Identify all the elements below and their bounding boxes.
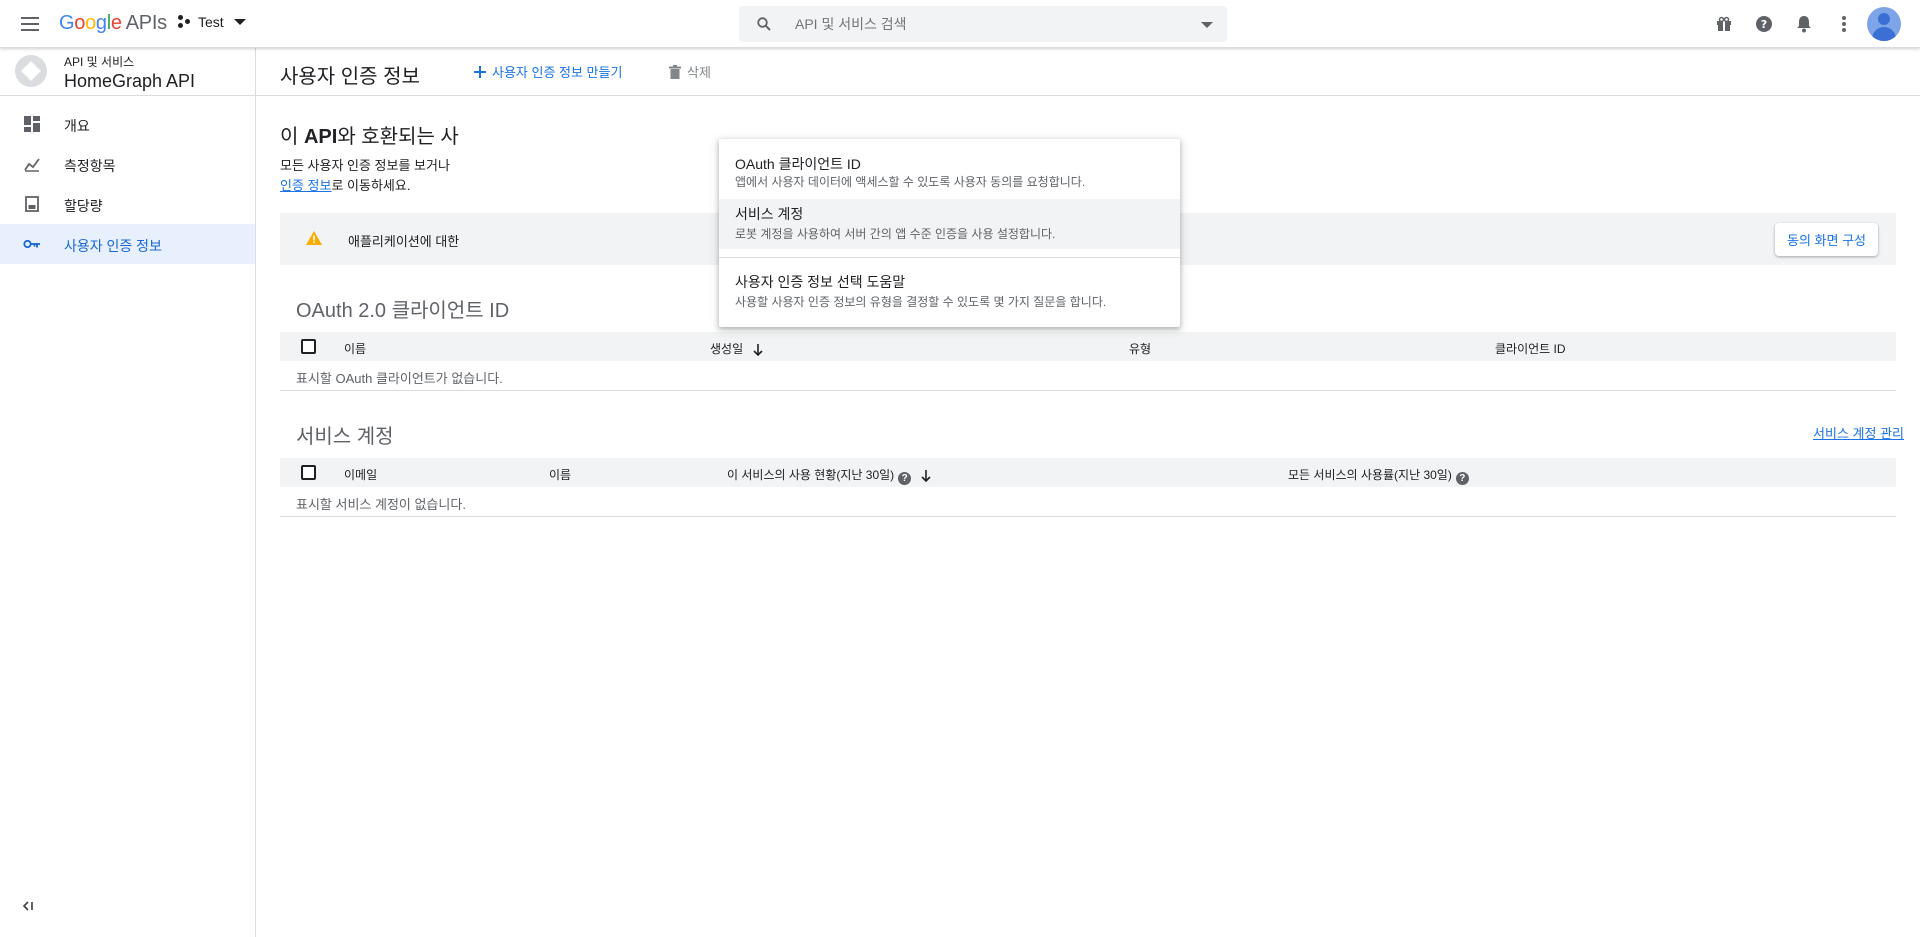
- heading-rest: 와 호환되는 사: [337, 126, 459, 148]
- service-accounts-table: 이메일 이름 이 서비스의 사용 현황(지난 30일)? 모든 서비스의 사용률…: [280, 458, 1896, 517]
- oauth-section-title: OAuth 2.0 클라이언트 ID: [296, 300, 510, 322]
- action-bar: 사용자 인증 정보 사용자 인증 정보 만들기 삭제: [256, 48, 1920, 96]
- menu-item-service-account[interactable]: 서비스 계정 로봇 계정을 사용하여 서버 간의 앱 수준 인증을 사용 설정합…: [719, 199, 1180, 249]
- sidebar-item-metrics[interactable]: 측정항목: [0, 144, 255, 184]
- banner-text: 애플리케이션에 대한: [348, 234, 460, 249]
- menu-item-title: 서비스 계정: [735, 206, 804, 222]
- configure-consent-screen-button[interactable]: 동의 화면 구성: [1775, 223, 1878, 256]
- trash-icon: [669, 64, 681, 79]
- project-selector[interactable]: Test: [178, 14, 246, 30]
- more-vert-icon[interactable]: [1832, 12, 1856, 36]
- api-services-label: API 및 서비스: [64, 55, 135, 69]
- svg-text:?: ?: [1761, 18, 1767, 31]
- menu-item-description: 사용할 사용자 인증 정보의 유형을 결정할 수 있도록 몇 가지 질문을 합니…: [735, 295, 1107, 309]
- metrics-icon: [22, 154, 42, 174]
- sidebar-item-label: 개요: [64, 118, 90, 134]
- delete-label: 삭제: [687, 65, 711, 80]
- empty-service-text: 표시할 서비스 계정이 없습니다.: [296, 497, 466, 512]
- column-header-email[interactable]: 이메일: [344, 466, 377, 483]
- notifications-bell-icon[interactable]: [1792, 12, 1816, 36]
- search-bar[interactable]: [739, 6, 1227, 42]
- manage-service-accounts-link[interactable]: 서비스 계정 관리: [1813, 423, 1904, 442]
- help-icon[interactable]: ?: [1752, 12, 1776, 36]
- column-header-client-id[interactable]: 클라이언트 ID: [1495, 340, 1566, 357]
- api-logo-icon: [15, 55, 47, 87]
- compatible-credentials-heading: 이 API와 호환되는 사: [280, 120, 459, 149]
- sidebar-item-label: 사용자 인증 정보: [64, 238, 162, 254]
- oauth-clients-table: 이름 생성일 유형 클라이언트 ID 표시할 OAuth 클라이언트가 없습니다…: [280, 332, 1896, 391]
- main-content: 사용자 인증 정보 사용자 인증 정보 만들기 삭제 이 API와 호환되는 사…: [256, 48, 1920, 937]
- column-header-usage-label: 이 서비스의 사용 현황(지난 30일): [727, 468, 895, 482]
- menu-item-credential-help[interactable]: 사용자 인증 정보 선택 도움말 사용할 사용자 인증 정보의 유형을 결정할 …: [719, 267, 1180, 317]
- search-input[interactable]: [795, 6, 1175, 42]
- create-credentials-label: 사용자 인증 정보 만들기: [492, 65, 623, 80]
- column-header-usage-all-services[interactable]: 모든 서비스의 사용률(지난 30일)?: [1288, 466, 1469, 485]
- column-header-type[interactable]: 유형: [1129, 340, 1151, 357]
- empty-oauth-text: 표시할 OAuth 클라이언트가 없습니다.: [296, 371, 503, 386]
- search-dropdown-icon[interactable]: [1201, 22, 1213, 28]
- project-icon: [178, 15, 192, 29]
- service-accounts-section-title: 서비스 계정: [296, 426, 394, 448]
- select-all-checkbox[interactable]: [301, 465, 316, 480]
- menu-item-oauth-client-id[interactable]: OAuth 클라이언트 ID 앱에서 사용자 데이터에 액세스할 수 있도록 사…: [719, 149, 1180, 189]
- empty-table-message: 표시할 OAuth 클라이언트가 없습니다.: [280, 361, 1896, 391]
- column-header-created[interactable]: 생성일: [710, 340, 763, 357]
- quota-icon: [22, 194, 42, 214]
- warning-icon: [306, 231, 322, 245]
- logo-google-text: Google: [59, 12, 122, 34]
- collapse-sidebar-icon[interactable]: [22, 898, 34, 914]
- logo-apis-text: APIs: [125, 12, 167, 34]
- key-icon: [22, 234, 42, 254]
- select-all-checkbox[interactable]: [301, 339, 316, 354]
- hamburger-menu-icon[interactable]: [18, 12, 42, 36]
- sidebar-item-label: 할당량: [64, 198, 103, 214]
- column-header-name[interactable]: 이름: [344, 340, 366, 357]
- account-avatar[interactable]: [1867, 7, 1901, 41]
- sidebar-item-quota[interactable]: 할당량: [0, 184, 255, 224]
- menu-item-description: 앱에서 사용자 데이터에 액세스할 수 있도록 사용자 동의를 요청합니다.: [735, 175, 1086, 189]
- desc-line-2-rest: 로 이동하세요.: [331, 178, 411, 193]
- empty-table-message: 표시할 서비스 계정이 없습니다.: [280, 487, 1896, 517]
- create-credentials-button[interactable]: 사용자 인증 정보 만들기: [474, 62, 622, 81]
- add-icon: [474, 65, 486, 78]
- menu-item-title: OAuth 클라이언트 ID: [735, 156, 861, 172]
- column-header-usage-all-label: 모든 서비스의 사용률(지난 30일): [1288, 468, 1452, 482]
- gift-icon[interactable]: [1712, 12, 1736, 36]
- project-name: Test: [198, 14, 224, 30]
- arrow-down-icon: [753, 344, 763, 356]
- chevron-down-icon: [233, 19, 246, 25]
- menu-item-description: 로봇 계정을 사용하여 서버 간의 앱 수준 인증을 사용 설정합니다.: [735, 227, 1056, 241]
- table-header: 이메일 이름 이 서비스의 사용 현황(지난 30일)? 모든 서비스의 사용률…: [280, 458, 1896, 487]
- top-app-bar: GoogleAPIs Test ?: [0, 0, 1920, 48]
- sidebar-item-credentials[interactable]: 사용자 인증 정보: [0, 224, 255, 264]
- heading-prefix: 이: [280, 126, 304, 148]
- help-icon[interactable]: ?: [898, 472, 912, 485]
- table-header: 이름 생성일 유형 클라이언트 ID: [280, 332, 1896, 361]
- column-header-name[interactable]: 이름: [549, 466, 571, 483]
- search-icon: [757, 17, 771, 31]
- page-title: 사용자 인증 정보: [280, 66, 420, 88]
- api-header: API 및 서비스 HomeGraph API: [0, 48, 255, 96]
- api-name: HomeGraph API: [64, 71, 196, 91]
- column-header-usage-this-service[interactable]: 이 서비스의 사용 현황(지난 30일)?: [727, 466, 931, 485]
- heading-api: API: [303, 126, 338, 148]
- help-icon[interactable]: ?: [1455, 472, 1469, 485]
- left-sidebar: API 및 서비스 HomeGraph API 개요 측정항목 할당량 사용자 …: [0, 48, 256, 937]
- google-apis-logo[interactable]: Google APIs: [59, 12, 167, 35]
- delete-button[interactable]: 삭제: [669, 62, 711, 81]
- create-credentials-menu: OAuth 클라이언트 ID 앱에서 사용자 데이터에 액세스할 수 있도록 사…: [719, 139, 1180, 327]
- sidebar-item-label: 측정항목: [64, 158, 116, 174]
- column-header-created-label: 생성일: [710, 342, 744, 356]
- credentials-link[interactable]: 인증 정보: [280, 178, 331, 193]
- sidebar-item-overview[interactable]: 개요: [0, 104, 255, 144]
- dashboard-icon: [22, 114, 42, 134]
- menu-item-title: 사용자 인증 정보 선택 도움말: [735, 274, 906, 290]
- arrow-down-icon: [921, 470, 931, 482]
- menu-divider: [719, 257, 1180, 258]
